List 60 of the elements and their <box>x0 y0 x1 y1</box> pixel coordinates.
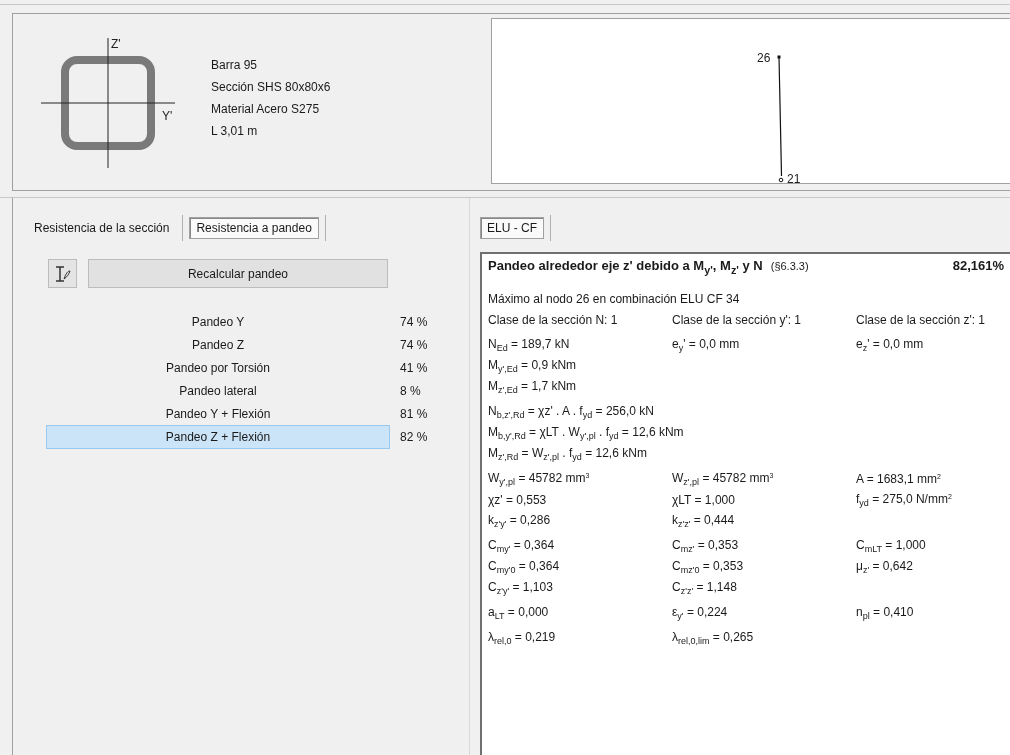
report-value: M$_{z',Rd}$ = W$_{z',pl}$ . f$_{yd}$ = 12,6 kNm <box>488 445 648 462</box>
report-value: Clase de la sección N: 1 <box>488 312 619 327</box>
check-item[interactable]: Pandeo Y <box>46 309 390 334</box>
report-value: C$_{mz'0}$ = 0,353 <box>672 558 745 575</box>
tab[interactable]: Resistencia de la sección <box>27 217 177 239</box>
report-value: λ$_{rel,0}$ = 0,219 <box>488 629 557 646</box>
section-info: Barra 95 <box>211 58 259 72</box>
report-value: f$_{yd}$ = 275,0 N/mm$^{2}$ <box>856 491 953 508</box>
check-percent: 41 % <box>400 360 428 375</box>
report-value: k$_{z'y'}$ = 0,286 <box>488 512 552 529</box>
tab[interactable]: ELU - CF <box>480 217 544 239</box>
report-value: N$_{Ed}$ = 189,7 kN <box>488 336 571 353</box>
check-percent: 8 % <box>400 383 421 398</box>
report-value: Clase de la sección y': 1 <box>672 312 803 327</box>
report-value: C$_{mz'}$ = 0,353 <box>672 537 740 554</box>
report-value: C$_{my'0}$ = 0,364 <box>488 558 561 575</box>
report-value: Clase de la sección z': 1 <box>856 312 987 327</box>
check-item[interactable]: Pandeo Z <box>46 332 390 357</box>
check-percent: 74 % <box>400 314 428 329</box>
report-value: N$_{b,z',Rd}$ = χz' . A . f$_{yd}$ = 256,0 kN <box>488 403 655 420</box>
report-value: a$_{LT}$ = 0,000 <box>488 604 550 621</box>
report-value: M$_{y',Ed}$ = 0,9 kNm <box>488 357 578 374</box>
buckling-icon-button[interactable] <box>48 259 77 288</box>
report-value: k$_{z'z'}$ = 0,444 <box>672 512 736 529</box>
report-value: ε$_{y'}$ = 0,224 <box>672 604 729 621</box>
check-item[interactable]: Pandeo por Torsión <box>46 355 390 380</box>
report-value: μ$_{z'}$ = 0,642 <box>856 558 914 575</box>
report-value: W$_{z',pl}$ = 45782 mm$^{3}$ <box>672 470 775 487</box>
report-value: χLT = 1,000 <box>672 492 736 507</box>
recalculate-button[interactable]: Recalcular pandeo <box>88 259 388 288</box>
section-info: L 3,01 m <box>211 124 259 138</box>
check-item[interactable]: Pandeo lateral <box>46 378 390 403</box>
clause-reference: (§6.3.3) <box>770 260 809 272</box>
report-value: C$_{z'z'}$ = 1,148 <box>672 579 738 596</box>
report-value: χz' = 0,553 <box>488 492 548 507</box>
report-value: A = 1683,1 mm$^{2}$ <box>856 471 942 486</box>
report-value: e$_{z}$' = 0,0 mm <box>856 336 925 353</box>
report-value: C$_{z'y'}$ = 1,103 <box>488 579 554 596</box>
report-title: Pandeo alrededor eje z' debido a M$_{y'}$, M$_{z'}$ y N <box>488 258 763 276</box>
check-percent: 81 % <box>400 406 428 421</box>
report-value: Máximo al nodo 26 en combinación ELU CF 34 <box>488 291 741 306</box>
report-value: M$_{b,y',Rd}$ = χLT . W$_{y',pl}$ . f$_{yd}$ = 12,6 kNm <box>488 424 685 441</box>
check-item[interactable]: Pandeo Z + Flexión <box>46 424 390 449</box>
check-item[interactable]: Pandeo Y + Flexión <box>46 401 390 426</box>
report-value: M$_{z',Ed}$ = 1,7 kNm <box>488 378 578 395</box>
beam-pencil-icon <box>53 264 72 283</box>
report-value: n$_{pl}$ = 0,410 <box>856 604 915 621</box>
report-value: C$_{my'}$ = 0,364 <box>488 537 556 554</box>
tab[interactable]: Resistencia a pandeo <box>189 217 319 239</box>
check-percent: 82 % <box>400 429 428 444</box>
report-value: C$_{mLT}$ = 1,000 <box>856 537 927 554</box>
report-value: λ$_{rel,0,lim}$ = 0,265 <box>672 629 755 646</box>
section-info: Sección SHS 80x80x6 <box>211 80 331 94</box>
utilization-ratio: 82,161% <box>952 258 1004 273</box>
report-value: e$_{y}$' = 0,0 mm <box>672 336 741 353</box>
bar-member-drawing: 26 21 <box>757 43 817 183</box>
check-percent: 74 % <box>400 337 428 352</box>
section-info: Material Acero S275 <box>211 102 321 116</box>
report-value: W$_{y',pl}$ = 45782 mm$^{3}$ <box>488 470 591 487</box>
section-drawing: Z' Y' <box>41 32 181 172</box>
